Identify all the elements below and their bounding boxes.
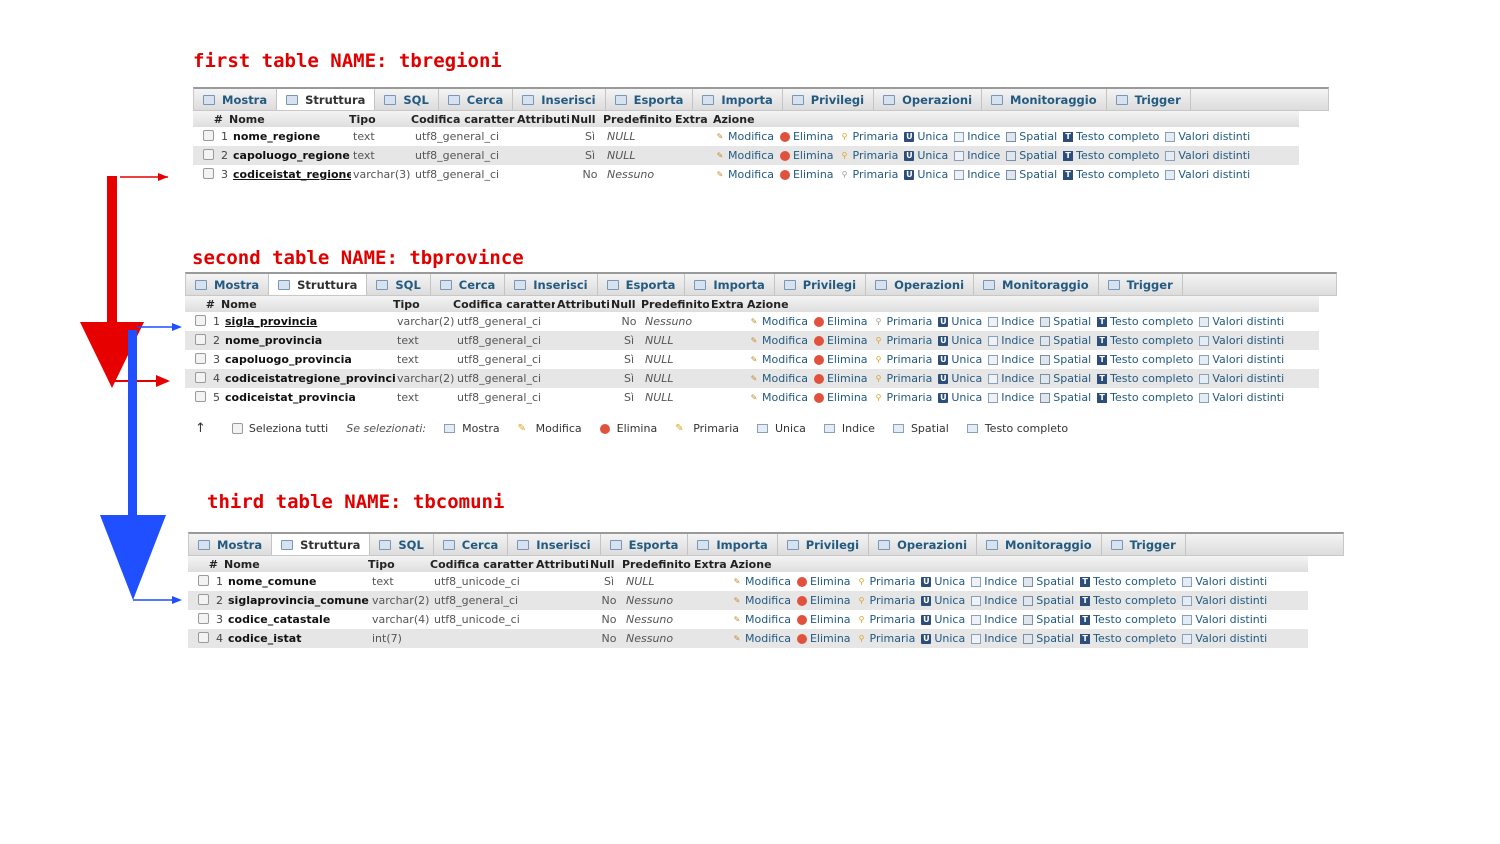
blue-arrow-tip-2	[172, 596, 182, 604]
red-arrow-tip-2	[156, 375, 170, 387]
blue-arrow-tip-1	[172, 323, 182, 331]
blue-arrow-shaft	[128, 330, 137, 530]
blue-arrow-head	[100, 515, 166, 600]
red-arrow-tip-1	[158, 173, 168, 181]
relation-arrows	[80, 173, 182, 604]
red-arrow-shaft	[107, 176, 117, 336]
